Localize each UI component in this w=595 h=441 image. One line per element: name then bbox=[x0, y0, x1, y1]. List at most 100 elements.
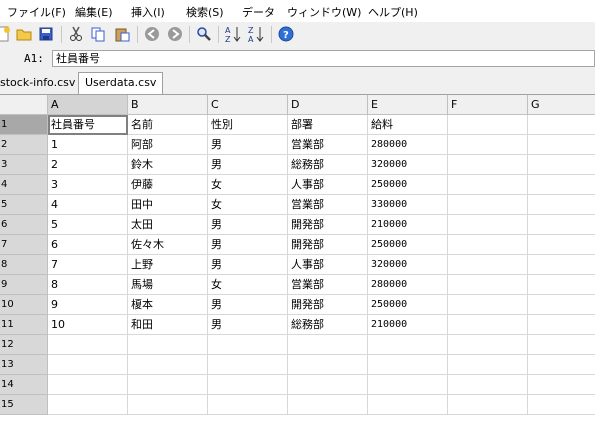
cell-e6[interactable]: 210000 bbox=[368, 215, 448, 235]
row-header-9[interactable]: 9 bbox=[0, 275, 48, 295]
menu-edit[interactable]: 編集(E) bbox=[75, 4, 113, 20]
cell-a9[interactable]: 8 bbox=[48, 275, 128, 295]
cell-c7[interactable]: 男 bbox=[208, 235, 288, 255]
cell-g12[interactable] bbox=[528, 335, 595, 355]
sort-descending-icon[interactable]: ZA bbox=[247, 25, 265, 43]
menu-search[interactable]: 検索(S) bbox=[186, 4, 224, 20]
cell-g8[interactable] bbox=[528, 255, 595, 275]
undo-icon[interactable] bbox=[143, 25, 161, 43]
cell-f4[interactable] bbox=[448, 175, 528, 195]
row-header-2[interactable]: 2 bbox=[0, 135, 48, 155]
cell-e10[interactable]: 250000 bbox=[368, 295, 448, 315]
copy-icon[interactable] bbox=[89, 25, 107, 43]
cell-g3[interactable] bbox=[528, 155, 595, 175]
cell-a11[interactable]: 10 bbox=[48, 315, 128, 335]
cell-b15[interactable] bbox=[128, 395, 208, 415]
cell-e7[interactable]: 250000 bbox=[368, 235, 448, 255]
cell-a14[interactable] bbox=[48, 375, 128, 395]
save-icon[interactable] bbox=[37, 25, 55, 43]
cell-g5[interactable] bbox=[528, 195, 595, 215]
cell-a5[interactable]: 4 bbox=[48, 195, 128, 215]
cell-e12[interactable] bbox=[368, 335, 448, 355]
cell-d12[interactable] bbox=[288, 335, 368, 355]
search-icon[interactable] bbox=[195, 25, 213, 43]
cell-c12[interactable] bbox=[208, 335, 288, 355]
menu-data[interactable]: データ bbox=[242, 4, 275, 20]
new-file-icon[interactable] bbox=[0, 25, 12, 43]
cell-b8[interactable]: 上野 bbox=[128, 255, 208, 275]
cell-a15[interactable] bbox=[48, 395, 128, 415]
menu-insert[interactable]: 挿入(I) bbox=[131, 4, 165, 20]
cell-d15[interactable] bbox=[288, 395, 368, 415]
cell-d13[interactable] bbox=[288, 355, 368, 375]
column-header-d[interactable]: D bbox=[288, 95, 368, 115]
cell-d2[interactable]: 営業部 bbox=[288, 135, 368, 155]
menu-file[interactable]: ファイル(F) bbox=[7, 4, 66, 20]
cell-g13[interactable] bbox=[528, 355, 595, 375]
column-header-a[interactable]: A bbox=[48, 95, 128, 115]
row-header-7[interactable]: 7 bbox=[0, 235, 48, 255]
row-header-4[interactable]: 4 bbox=[0, 175, 48, 195]
cell-a3[interactable]: 2 bbox=[48, 155, 128, 175]
cell-a12[interactable] bbox=[48, 335, 128, 355]
sort-ascending-icon[interactable]: AZ bbox=[224, 25, 242, 43]
row-header-12[interactable]: 12 bbox=[0, 335, 48, 355]
cell-a13[interactable] bbox=[48, 355, 128, 375]
cell-d11[interactable]: 総務部 bbox=[288, 315, 368, 335]
cell-c13[interactable] bbox=[208, 355, 288, 375]
cell-g7[interactable] bbox=[528, 235, 595, 255]
paste-icon[interactable] bbox=[113, 25, 131, 43]
cell-f14[interactable] bbox=[448, 375, 528, 395]
cell-f12[interactable] bbox=[448, 335, 528, 355]
cell-g4[interactable] bbox=[528, 175, 595, 195]
cell-c14[interactable] bbox=[208, 375, 288, 395]
formula-input[interactable]: 社員番号 bbox=[52, 50, 595, 67]
cell-b3[interactable]: 鈴木 bbox=[128, 155, 208, 175]
menu-help[interactable]: ヘルプ(H) bbox=[368, 4, 418, 20]
cell-f8[interactable] bbox=[448, 255, 528, 275]
cell-f5[interactable] bbox=[448, 195, 528, 215]
cell-f7[interactable] bbox=[448, 235, 528, 255]
cell-c6[interactable]: 男 bbox=[208, 215, 288, 235]
row-header-1[interactable]: 1 bbox=[0, 115, 48, 135]
cell-b2[interactable]: 阿部 bbox=[128, 135, 208, 155]
cell-a8[interactable]: 7 bbox=[48, 255, 128, 275]
cell-g15[interactable] bbox=[528, 395, 595, 415]
menu-window[interactable]: ウィンドウ(W) bbox=[287, 4, 361, 20]
cell-f2[interactable] bbox=[448, 135, 528, 155]
cell-c5[interactable]: 女 bbox=[208, 195, 288, 215]
cell-e9[interactable]: 280000 bbox=[368, 275, 448, 295]
cell-e5[interactable]: 330000 bbox=[368, 195, 448, 215]
row-header-3[interactable]: 3 bbox=[0, 155, 48, 175]
cell-d1[interactable]: 部署 bbox=[288, 115, 368, 135]
cell-d3[interactable]: 総務部 bbox=[288, 155, 368, 175]
cell-f3[interactable] bbox=[448, 155, 528, 175]
cell-d8[interactable]: 人事部 bbox=[288, 255, 368, 275]
cell-e2[interactable]: 280000 bbox=[368, 135, 448, 155]
cell-b1[interactable]: 名前 bbox=[128, 115, 208, 135]
open-folder-icon[interactable] bbox=[15, 25, 33, 43]
cell-b13[interactable] bbox=[128, 355, 208, 375]
cell-g6[interactable] bbox=[528, 215, 595, 235]
column-header-e[interactable]: E bbox=[368, 95, 448, 115]
cell-e13[interactable] bbox=[368, 355, 448, 375]
row-header-8[interactable]: 8 bbox=[0, 255, 48, 275]
cell-c11[interactable]: 男 bbox=[208, 315, 288, 335]
cell-c10[interactable]: 男 bbox=[208, 295, 288, 315]
column-header-f[interactable]: F bbox=[448, 95, 528, 115]
cell-e3[interactable]: 320000 bbox=[368, 155, 448, 175]
cell-g14[interactable] bbox=[528, 375, 595, 395]
row-header-11[interactable]: 11 bbox=[0, 315, 48, 335]
cell-g10[interactable] bbox=[528, 295, 595, 315]
column-header-c[interactable]: C bbox=[208, 95, 288, 115]
row-header-6[interactable]: 6 bbox=[0, 215, 48, 235]
cell-b9[interactable]: 馬場 bbox=[128, 275, 208, 295]
row-header-5[interactable]: 5 bbox=[0, 195, 48, 215]
cell-a2[interactable]: 1 bbox=[48, 135, 128, 155]
cell-c1[interactable]: 性別 bbox=[208, 115, 288, 135]
redo-icon[interactable] bbox=[166, 25, 184, 43]
cell-e14[interactable] bbox=[368, 375, 448, 395]
cell-d5[interactable]: 営業部 bbox=[288, 195, 368, 215]
cell-a7[interactable]: 6 bbox=[48, 235, 128, 255]
cell-e1[interactable]: 給料 bbox=[368, 115, 448, 135]
